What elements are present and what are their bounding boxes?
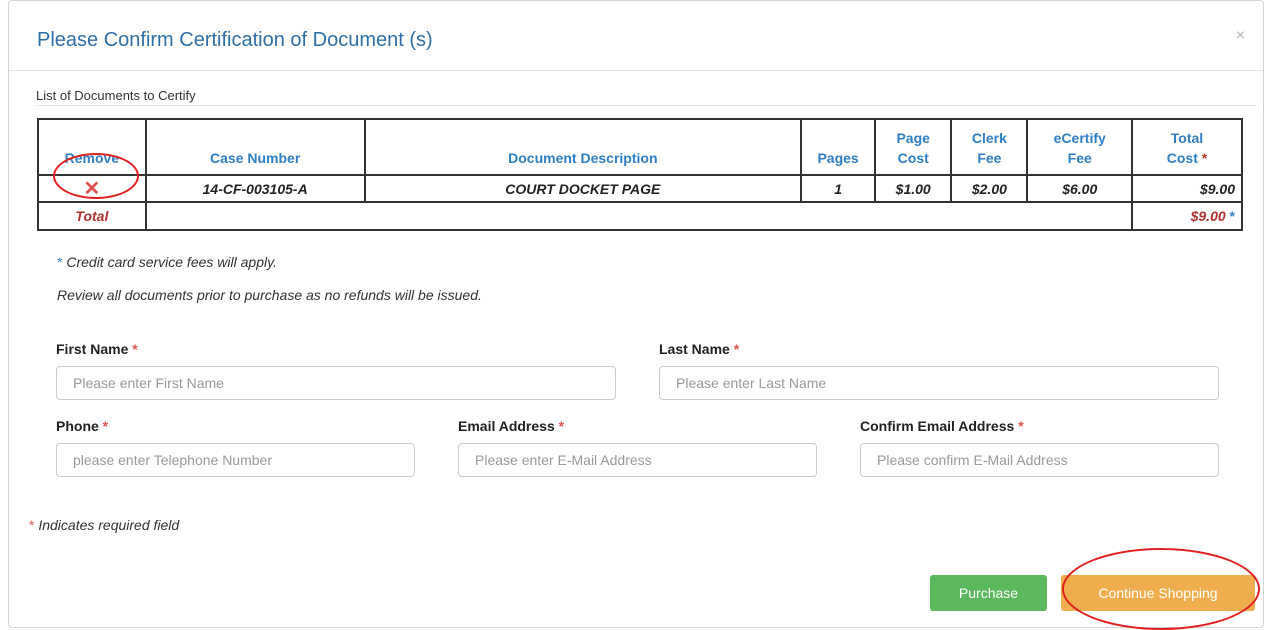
case-number-cell: 14-CF-003105-A [144, 174, 366, 203]
header-ecertify-fee-line2: Fee [1067, 150, 1092, 166]
first-name-label: First Name * [56, 341, 138, 357]
header-page-cost-line1: Page [896, 130, 930, 146]
last-name-label: Last Name * [659, 341, 739, 357]
header-clerk-fee-line2: Fee [977, 150, 1002, 166]
credit-card-note-text: Credit card service fees will apply. [62, 254, 277, 270]
header-clerk-fee-line1: Clerk [971, 130, 1007, 146]
header-page-cost-line2: Cost [897, 150, 929, 166]
confirm-email-input[interactable] [860, 443, 1219, 477]
ecertify-fee-cell: $6.00 [1026, 174, 1133, 203]
caption-divider [37, 105, 1257, 106]
header-pages: Pages [800, 118, 877, 176]
confirm-email-label: Confirm Email Address * [860, 418, 1024, 434]
total-star: * [1229, 208, 1235, 224]
table-row: ✕ 14-CF-003105-A COURT DOCKET PAGE 1 $1.… [37, 174, 1244, 203]
annotation-circle-remove [53, 153, 139, 199]
phone-label-text: Phone [56, 418, 99, 434]
phone-label: Phone * [56, 418, 108, 434]
review-note: Review all documents prior to purchase a… [57, 287, 482, 303]
phone-required-star: * [102, 418, 109, 434]
last-name-input[interactable] [659, 366, 1219, 400]
annotation-circle-continue [1062, 548, 1260, 630]
total-value-cell: $9.00 * [1130, 201, 1244, 231]
header-page-cost: Page Cost [874, 118, 953, 176]
documents-list-caption: List of Documents to Certify [36, 88, 196, 103]
first-name-input[interactable] [56, 366, 616, 400]
required-field-note: * Indicates required field [29, 517, 179, 533]
confirm-email-required-star: * [1018, 418, 1024, 434]
certification-modal: Please Confirm Certification of Document… [8, 0, 1264, 628]
email-label: Email Address * [458, 418, 564, 434]
first-name-label-text: First Name [56, 341, 129, 357]
pages-cell: 1 [800, 174, 877, 203]
header-case-number: Case Number [144, 118, 366, 176]
header-clerk-fee: Clerk Fee [950, 118, 1029, 176]
first-name-required-star: * [132, 341, 138, 357]
last-name-label-text: Last Name [659, 341, 730, 357]
clerk-fee-cell: $2.00 [950, 174, 1029, 203]
page-cost-cell: $1.00 [874, 174, 953, 203]
total-cost-cell: $9.00 [1130, 174, 1244, 203]
email-label-text: Email Address [458, 418, 555, 434]
header-ecertify-fee-line1: eCertify [1053, 130, 1106, 146]
email-input[interactable] [458, 443, 817, 477]
phone-input[interactable] [56, 443, 415, 477]
total-row: Total $9.00 * [37, 201, 1244, 231]
header-total-cost-line2: Cost [1166, 150, 1198, 166]
documents-table: Remove Case Number Document Description … [37, 118, 1244, 231]
header-total-cost-line1: Total [1170, 130, 1204, 146]
description-cell: COURT DOCKET PAGE [363, 174, 803, 203]
modal-title: Please Confirm Certification of Document… [37, 29, 433, 51]
header-ecertify-fee: eCertify Fee [1026, 118, 1133, 176]
credit-card-note: * Credit card service fees will apply. [57, 254, 277, 270]
close-icon[interactable]: × [1236, 27, 1245, 45]
total-label: Total [37, 201, 147, 231]
confirm-email-label-text: Confirm Email Address [860, 418, 1015, 434]
header-document-description: Document Description [363, 118, 803, 176]
total-spacer [144, 201, 1133, 231]
required-field-note-text: Indicates required field [34, 517, 180, 533]
email-required-star: * [558, 418, 565, 434]
table-header-row: Remove Case Number Document Description … [37, 118, 1244, 176]
total-value: $9.00 [1190, 208, 1226, 224]
modal-header: Please Confirm Certification of Document… [9, 1, 1263, 71]
header-total-cost: Total Cost * [1130, 118, 1244, 176]
header-total-cost-star: * [1201, 150, 1208, 166]
last-name-required-star: * [733, 341, 740, 357]
purchase-button[interactable]: Purchase [930, 575, 1047, 611]
